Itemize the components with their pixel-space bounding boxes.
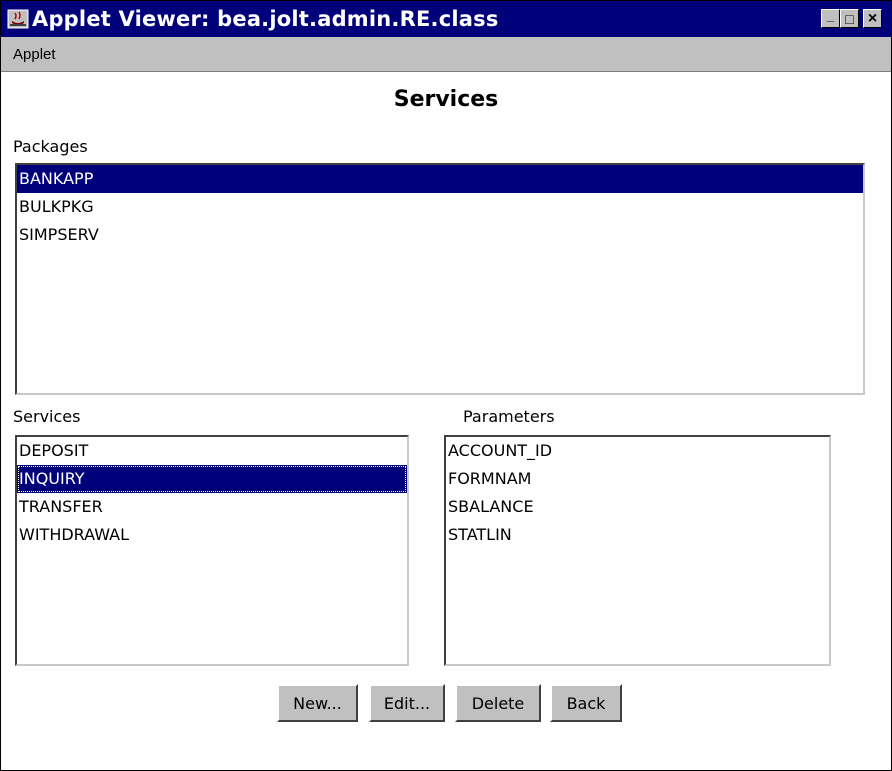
- list-item[interactable]: BULKPKG: [17, 193, 863, 221]
- new-button[interactable]: New...: [277, 684, 358, 722]
- title-bar[interactable]: Applet Viewer: bea.jolt.admin.RE.class _…: [1, 1, 891, 37]
- menu-applet[interactable]: Applet: [13, 46, 56, 63]
- minimize-button[interactable]: _: [821, 9, 840, 28]
- services-list[interactable]: DEPOSIT INQUIRY TRANSFER WITHDRAWAL: [15, 435, 409, 666]
- edit-button[interactable]: Edit...: [369, 684, 445, 722]
- back-button[interactable]: Back: [550, 684, 622, 722]
- list-item[interactable]: DEPOSIT: [17, 437, 407, 465]
- list-item[interactable]: BANKAPP: [17, 165, 863, 193]
- parameters-list[interactable]: ACCOUNT_ID FORMNAM SBALANCE STATLIN: [444, 435, 831, 666]
- window-title: Applet Viewer: bea.jolt.admin.RE.class: [32, 7, 499, 31]
- delete-button[interactable]: Delete: [455, 684, 541, 722]
- list-item[interactable]: ACCOUNT_ID: [446, 437, 829, 465]
- list-item[interactable]: INQUIRY: [17, 465, 407, 493]
- list-item[interactable]: SBALANCE: [446, 493, 829, 521]
- packages-label: Packages: [13, 137, 88, 156]
- menu-bar: Applet: [1, 37, 891, 72]
- list-item[interactable]: TRANSFER: [17, 493, 407, 521]
- list-item[interactable]: STATLIN: [446, 521, 829, 549]
- close-icon: ×: [867, 9, 878, 27]
- page-title: Services: [393, 87, 499, 112]
- list-item[interactable]: WITHDRAWAL: [17, 521, 407, 549]
- applet-viewer-window: Applet Viewer: bea.jolt.admin.RE.class _…: [0, 0, 892, 771]
- list-item[interactable]: SIMPSERV: [17, 221, 863, 249]
- close-button[interactable]: ×: [863, 9, 882, 28]
- minimize-icon: _: [826, 8, 835, 23]
- maximize-button[interactable]: □: [840, 9, 859, 28]
- maximize-icon: □: [845, 10, 854, 27]
- parameters-label: Parameters: [463, 407, 555, 426]
- java-applet-icon: [7, 9, 29, 29]
- list-item[interactable]: FORMNAM: [446, 465, 829, 493]
- services-label: Services: [13, 407, 81, 426]
- packages-list[interactable]: BANKAPP BULKPKG SIMPSERV: [15, 163, 865, 395]
